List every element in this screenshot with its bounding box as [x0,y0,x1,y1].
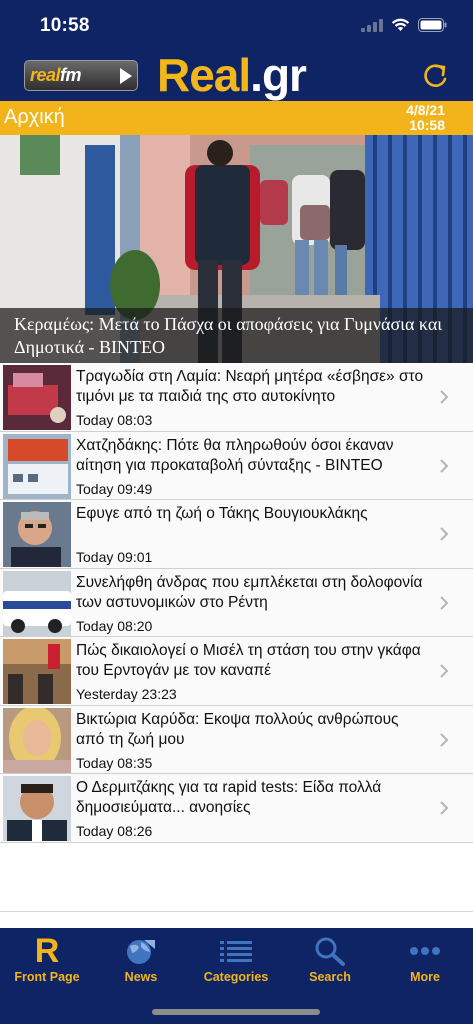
list-icon [220,941,252,962]
last-updated-time: 10:58 [409,117,445,133]
tab-label: Search [309,970,351,984]
news-time: Today 08:35 [76,754,153,771]
news-thumbnail [3,707,71,773]
tab-label: News [124,970,158,984]
news-item[interactable]: Εφυγε από τη ζωή ο Τάκης Βουγιουκλάκης T… [0,500,473,569]
chevron-right-icon [440,732,449,747]
section-bar: Αρχική 4/8/21 10:58 [0,101,473,135]
chevron-right-icon [440,390,449,404]
site-logo: Real.gr [157,49,307,101]
last-updated: 4/8/21 10:58 [406,103,445,133]
status-time: 10:58 [40,15,90,36]
news-time: Yesterday 23:23 [76,686,177,702]
tab-more[interactable]: More [378,936,472,984]
status-icons [361,18,447,32]
featured-article[interactable]: Κεραμέως: Μετά το Πάσχα οι αποφάσεις για… [0,135,473,363]
realfm-logo-text: realfm [30,65,82,85]
news-title: Εφυγε από τη ζωή ο Τάκης Βουγιουκλάκης [76,505,368,522]
news-title: Ο Δερμιτζάκης για τα rapid tests: Είδα π… [76,779,382,816]
tab-label: Front Page [14,970,80,984]
tab-label: Categories [203,970,269,984]
search-icon [315,937,345,966]
news-title: Χατζηδάκης: Πότε θα πληρωθούν όσοι έκανα… [76,436,394,474]
news-item[interactable]: Βικτώρια Καρύδα: Εκοψα πολλούς ανθρώπους… [0,705,473,774]
news-title: Συνελήφθη άνδρας που εμπλέκεται στη δολο… [76,573,423,611]
globe-icon [127,940,155,964]
section-title: Αρχική [4,106,65,128]
list-end-divider [0,911,473,912]
news-thumbnail [3,776,71,841]
news-title: Βικτώρια Καρύδα: Εκοψα πολλούς ανθρώπους… [76,710,399,748]
more-dots-icon [410,947,440,955]
news-item[interactable]: Πώς δικαιολογεί ο Μισέλ τη στάση του στη… [0,637,473,706]
wifi-icon [391,18,410,31]
news-item[interactable]: Ο Δερμιτζάκης για τα rapid tests: Είδα π… [0,774,473,843]
app-header: realfm Real.gr [0,49,473,101]
tab-categories[interactable]: Categories [189,936,283,984]
news-item[interactable]: Συνελήφθη άνδρας που εμπλέκεται στη δολο… [0,568,473,637]
news-thumbnail [3,639,71,704]
news-time: Today 08:20 [76,617,153,634]
news-time: Today 09:49 [76,480,153,497]
tab-label: More [410,970,440,984]
news-time: Today 08:26 [76,823,153,839]
news-thumbnail [3,502,71,567]
news-time: Today 09:01 [76,549,153,565]
r-logo-icon: R [34,932,60,970]
tab-news[interactable]: News [94,936,188,984]
news-item[interactable]: Χατζηδάκης: Πότε θα πληρωθούν όσοι έκανα… [0,431,473,500]
news-list: Τραγωδία στη Λαμία: Νεαρή μητέρα «έσβησε… [0,363,473,843]
chevron-right-icon [440,458,449,473]
featured-article-title: Κεραμέως: Μετά το Πάσχα οι αποφάσεις για… [14,314,443,357]
chevron-right-icon [440,527,449,541]
tab-search[interactable]: Search [283,936,377,984]
last-updated-date: 4/8/21 [406,102,445,118]
play-icon [120,68,132,84]
signal-icon [361,18,383,32]
news-item[interactable]: Τραγωδία στη Λαμία: Νεαρή μητέρα «έσβησε… [0,363,473,432]
news-thumbnail [3,433,71,499]
refresh-icon[interactable] [419,60,451,92]
chevron-right-icon [440,664,449,678]
status-bar: 10:58 [0,0,473,50]
battery-icon [418,18,447,32]
featured-article-caption: Κεραμέως: Μετά το Πάσχα οι αποφάσεις για… [0,308,473,363]
tab-front-page[interactable]: R Front Page [0,932,94,984]
chevron-right-icon [440,595,449,610]
news-time: Today 08:03 [76,412,153,428]
news-thumbnail [3,570,71,636]
news-title: Πώς δικαιολογεί ο Μισέλ τη στάση του στη… [76,642,421,679]
news-thumbnail [3,365,71,430]
realfm-radio-button[interactable]: realfm [24,60,138,91]
news-title: Τραγωδία στη Λαμία: Νεαρή μητέρα «έσβησε… [76,368,424,405]
home-indicator[interactable] [152,1009,320,1015]
chevron-right-icon [440,801,449,815]
